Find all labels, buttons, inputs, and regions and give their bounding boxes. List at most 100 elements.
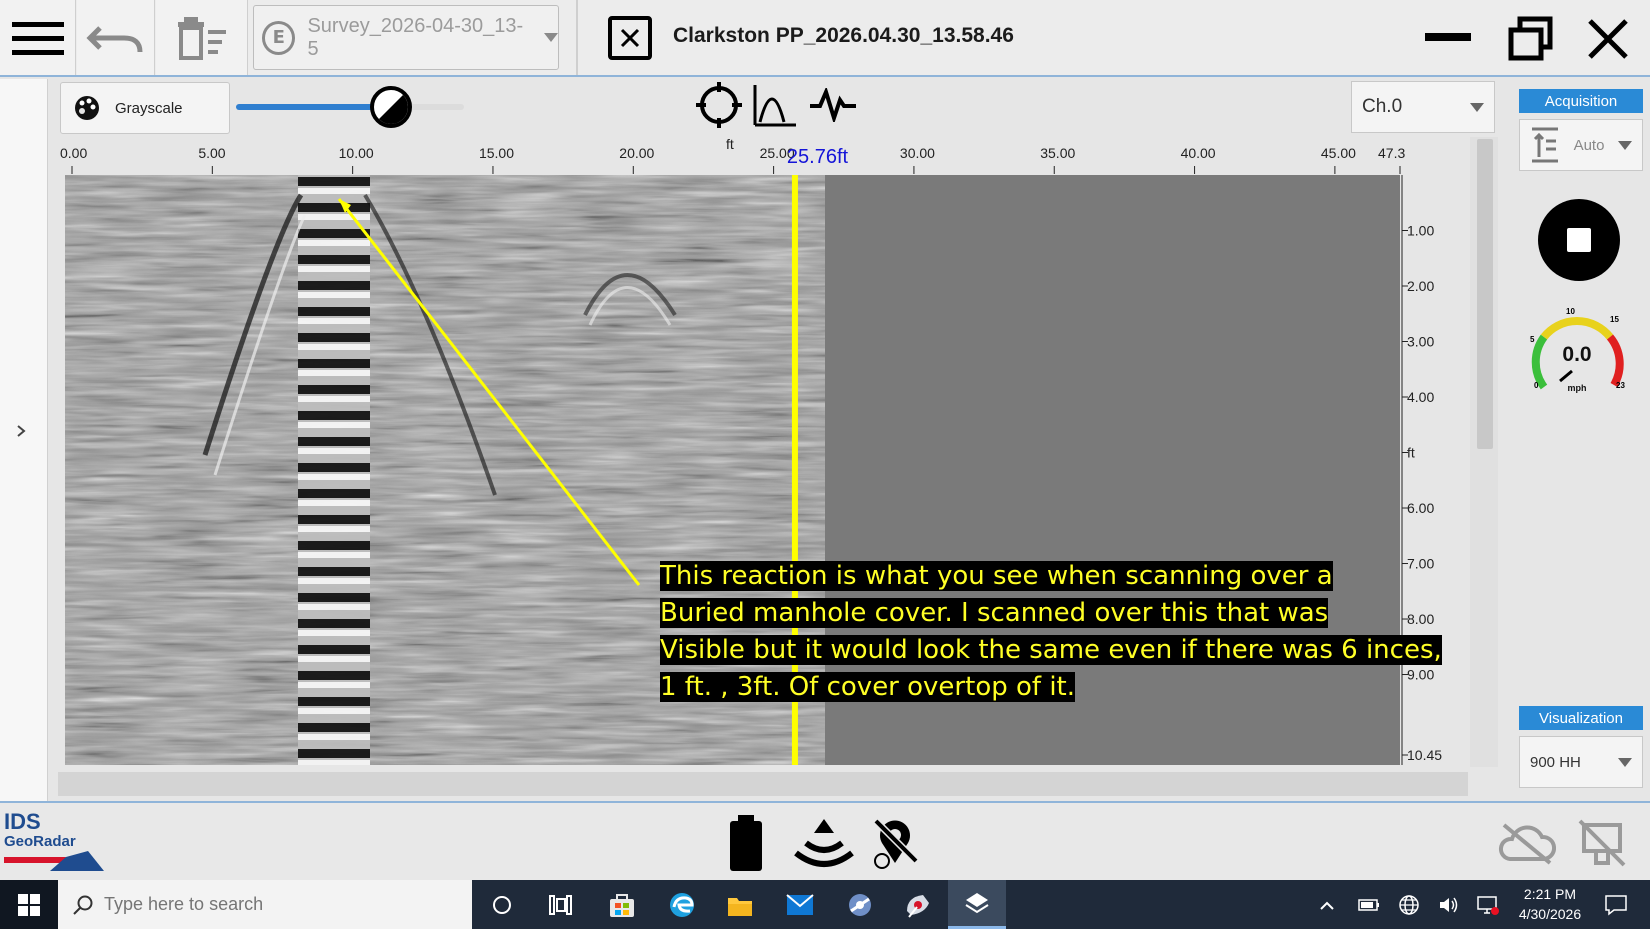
edge-icon [670,893,694,917]
ruler-tick-label: 15.00 [479,145,514,161]
logo-mark [4,851,104,871]
restore-icon [1508,16,1553,61]
right-control-panel: Acquisition Auto 0.0 mph 0 5 10 15 23 Vi… [1505,79,1650,801]
left-panel-collapsed [0,79,48,801]
depth-tick-label: 3.00 [1407,334,1434,350]
restore-button[interactable] [1508,16,1554,62]
ruler-tick-label: 10.00 [339,145,374,161]
minimize-icon [1425,33,1471,41]
mail-icon [786,894,814,915]
volume-tray[interactable] [1436,887,1462,923]
minimize-button[interactable] [1425,22,1477,52]
expand-panel-button[interactable] [14,423,34,443]
chevron-down-icon [1618,757,1632,767]
palette-label: Grayscale [115,99,183,117]
speed-gauge: 0.0 mph 0 5 10 15 23 [1522,305,1632,415]
status-bar: IDS GeoRadar [0,801,1650,880]
notifications-button[interactable] [1598,887,1634,923]
ruler-tick-label: 45.00 [1321,145,1356,161]
vertical-scrollbar[interactable] [1470,137,1498,767]
task-view-button[interactable] [542,887,578,923]
hamburger-icon [11,21,64,55]
gain-mode-select[interactable]: Auto [1519,119,1643,171]
cloud-off-icon [1499,823,1557,865]
layers-app-icon [965,893,989,914]
taskbar-clock[interactable]: 2:21 PM 4/30/2026 [1510,884,1590,924]
file-explorer-app[interactable] [722,887,758,923]
gps-off-icon [873,818,919,869]
cortana-button[interactable] [484,887,520,923]
ruler-tick-label: 0.00 [60,145,87,161]
visualization-header: Visualization [1519,706,1643,730]
chevron-up-icon [1320,901,1334,910]
chevron-right-icon [17,425,26,437]
app-pinned-2[interactable] [900,887,936,923]
battery-tray[interactable] [1356,887,1382,923]
clock-date: 4/30/2026 [1518,906,1582,922]
palette-button[interactable]: Grayscale [60,82,230,134]
contrast-slider-knob[interactable] [370,86,412,128]
gain-mode-value: Auto [1573,136,1605,154]
antenna-select[interactable]: 900 HH [1519,736,1643,788]
wiggle-button[interactable] [808,86,858,125]
distance-ruler: 0.00 5.00 10.00 15.00 20.00 25.00 30.00 35.00 40… [60,140,1405,174]
undo-icon [85,25,142,52]
depth-tick-label: 10.45 [1407,747,1442,763]
scrollbar-thumb[interactable] [1477,139,1493,449]
chevron-down-icon [1617,140,1632,150]
depth-tick-label: 6.00 [1407,500,1434,516]
survey-badge: E [262,20,296,55]
crosshair-button[interactable] [694,80,744,130]
delete-button[interactable] [156,0,248,75]
ruler-tick-label: 47.32 [1378,145,1405,161]
stop-acquisition-button[interactable] [1538,199,1620,281]
gauge-tick: 23 [1616,381,1625,390]
radar-dish-app-icon [907,895,929,918]
georadar-app-active[interactable] [948,880,1006,929]
survey-select[interactable]: E Survey_2026-04-30_13-5 [253,5,559,70]
gauge-tick: 15 [1610,315,1619,324]
app-pinned-1[interactable] [842,887,878,923]
ruler-tick-label: 5.00 [198,145,225,161]
close-icon [620,28,640,48]
menu-button[interactable] [0,0,76,75]
edge-app[interactable] [664,887,700,923]
close-survey-button[interactable] [608,16,652,60]
contrast-icon [374,90,408,124]
hyperbola-button[interactable] [752,82,798,128]
ruler-tick-label: 35.00 [1040,145,1075,161]
window-title: Clarkston PP_2026.04.30_13.58.46 [673,24,1014,47]
gain-icon [1532,127,1558,163]
store-app[interactable] [604,887,640,923]
speed-value: 0.0 [1562,343,1592,366]
undo-button[interactable] [77,0,155,75]
taskbar-search[interactable] [58,880,472,929]
mail-app[interactable] [782,887,818,923]
annotation-note: This reaction is what you see when scann… [660,558,1450,706]
depth-tick-label: 1.00 [1407,223,1434,239]
ruler-tick-label: 40.00 [1181,145,1216,161]
network-tray[interactable] [1396,887,1422,923]
channel-select[interactable]: Ch.0 [1351,81,1495,133]
logo-line2: GeoRadar [4,833,76,850]
start-button[interactable] [0,880,58,929]
ruler-tick-label: 20.00 [619,145,654,161]
annotation-line: Visible but it would look the same even … [660,635,1442,665]
close-icon [1588,19,1628,59]
search-input[interactable] [104,894,444,915]
globe-icon [1399,895,1419,915]
chevron-down-icon [544,33,558,42]
show-hidden-icons-button[interactable] [1316,887,1338,923]
close-window-button[interactable] [1587,18,1629,60]
horizontal-scrollbar[interactable] [58,772,1468,796]
antenna-signal-icon [794,819,854,867]
device-tray[interactable] [1474,887,1502,923]
stop-icon [1567,228,1591,252]
antenna-value: 900 HH [1530,753,1581,771]
store-icon [610,894,634,917]
signal-icon [810,86,856,125]
depth-tick-label: 4.00 [1407,389,1434,405]
folder-icon [728,898,752,916]
divider [576,0,578,75]
annotation-line: 1 ft. , 3ft. Of cover overtop of it. [660,672,1075,702]
